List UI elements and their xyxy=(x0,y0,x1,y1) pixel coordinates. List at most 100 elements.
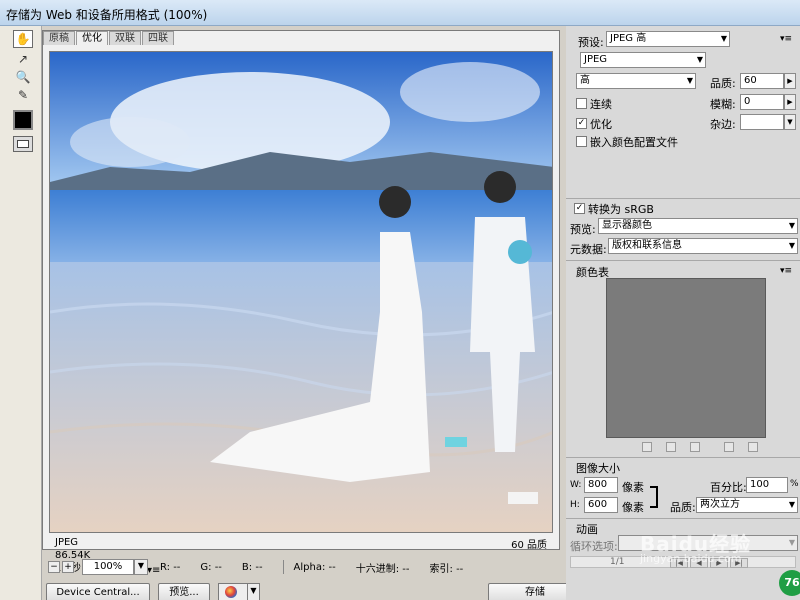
optimized-checkbox[interactable]: ✓ xyxy=(576,118,587,129)
blur-label: 模糊: xyxy=(710,98,736,111)
file-format-dropdown[interactable]: JPEG ▼ xyxy=(580,52,706,68)
tab-4-up[interactable]: 四联 xyxy=(142,31,174,45)
map-color-icon[interactable] xyxy=(642,442,652,452)
blur-field[interactable]: 0 xyxy=(740,94,784,110)
percent-label: 百分比: xyxy=(710,481,747,494)
frame-counter: 1/1 xyxy=(610,557,625,567)
baidu-watermark-url: jingyan.baidu.com xyxy=(640,552,742,565)
loop-options-label: 循环选项: xyxy=(570,540,618,553)
file-format-value: JPEG xyxy=(584,54,608,65)
color-table-menu-button[interactable]: ▾≡ xyxy=(780,266,792,276)
slice-select-icon[interactable]: ↗ xyxy=(13,50,33,68)
matte-label: 杂边: xyxy=(710,118,736,131)
convert-srgb-checkbox[interactable]: ✓ xyxy=(574,203,585,214)
image-quality-readout: 60 品质 xyxy=(511,540,547,551)
resample-quality-label: 品质: xyxy=(670,501,696,514)
status-bar: − + 100% ▼ R: -- G: -- B: -- Alpha: -- 十… xyxy=(42,556,560,578)
trash-icon[interactable] xyxy=(748,442,758,452)
matte-color-field[interactable] xyxy=(740,114,784,130)
alpha-readout: Alpha: -- xyxy=(293,561,336,573)
quality-label: 品质: xyxy=(710,77,736,90)
beach-couple-photo xyxy=(50,52,552,532)
divider xyxy=(566,198,800,199)
zoom-out-button[interactable]: − xyxy=(48,561,60,573)
chevron-down-icon[interactable]: ▼ xyxy=(247,584,259,600)
eyedropper-color-swatch[interactable] xyxy=(13,110,33,130)
image-format: JPEG xyxy=(55,537,79,548)
zoom-level-field[interactable]: 100% xyxy=(82,559,134,575)
chevron-down-icon: ▼ xyxy=(788,538,795,547)
preset-label: 预设: xyxy=(578,36,604,49)
height-field[interactable]: 600 xyxy=(584,497,618,513)
quality-field[interactable]: 60 xyxy=(740,73,784,89)
tab-optimized[interactable]: 优化 xyxy=(76,31,108,45)
preview-mode-dropdown[interactable]: 显示器颜色 ▼ xyxy=(598,218,798,234)
height-label: H: xyxy=(570,500,580,510)
preset-dropdown[interactable]: JPEG 高 ▼ xyxy=(606,31,730,47)
animation-title: 动画 xyxy=(576,523,598,536)
width-label: W: xyxy=(570,480,582,490)
web-snap-icon[interactable] xyxy=(666,442,676,452)
red-readout: R: -- xyxy=(160,561,181,573)
zoom-in-button[interactable]: + xyxy=(62,561,74,573)
metadata-value: 版权和联系信息 xyxy=(612,240,682,251)
preview-mode-value: 显示器颜色 xyxy=(602,220,652,231)
browser-icon xyxy=(225,586,237,598)
tab-2-up[interactable]: 双联 xyxy=(109,31,141,45)
progressive-checkbox[interactable] xyxy=(576,98,587,109)
resample-quality-dropdown[interactable]: 两次立方 ▼ xyxy=(696,497,798,513)
eyedropper-icon[interactable]: ✎ xyxy=(13,86,33,104)
progressive-label: 连续 xyxy=(590,98,612,111)
width-field[interactable]: 800 xyxy=(584,477,618,493)
window-title: 存储为 Web 和设备所用格式 (100%) xyxy=(6,8,208,22)
image-size-title: 图像大小 xyxy=(576,462,620,475)
panel-menu-button[interactable]: ▾≡ xyxy=(780,34,792,44)
height-unit: 像素 xyxy=(622,501,644,514)
width-unit: 像素 xyxy=(622,481,644,494)
preview-button[interactable]: 预览... xyxy=(158,583,210,600)
hex-readout: 十六进制: -- xyxy=(355,563,410,575)
zoom-icon[interactable]: 🔍 xyxy=(13,68,33,86)
view-tabs: 原稿 优化 双联 四联 xyxy=(43,31,175,45)
blur-slider-toggle[interactable]: ▶ xyxy=(784,94,796,110)
matte-dropdown[interactable]: ▼ xyxy=(784,114,796,130)
blue-readout: B: -- xyxy=(241,561,263,573)
chevron-down-icon: ▼ xyxy=(696,55,703,64)
hand-icon[interactable]: ✋ xyxy=(13,30,33,48)
quality-slider-toggle[interactable]: ▶ xyxy=(784,73,796,89)
zoom-dropdown[interactable]: ▼ xyxy=(134,559,148,575)
preset-value: JPEG 高 xyxy=(610,33,647,44)
chevron-down-icon: ▼ xyxy=(788,221,795,230)
metadata-dropdown[interactable]: 版权和联系信息 ▼ xyxy=(608,238,798,254)
chevron-down-icon: ▼ xyxy=(720,34,727,43)
preview-area: 原稿 优化 双联 四联 JPEG 86.54K 秒 ▾≡ 60 品质 xyxy=(42,30,560,576)
link-icon[interactable] xyxy=(650,486,658,508)
chevron-down-icon: ▼ xyxy=(788,241,795,250)
browser-preview-button[interactable]: ▼ xyxy=(218,583,260,600)
tab-original[interactable]: 原稿 xyxy=(43,31,75,45)
lock-color-icon[interactable] xyxy=(690,442,700,452)
quality-level-dropdown[interactable]: 高 ▼ xyxy=(576,73,696,89)
tool-strip: ✋ ↗ 🔍 ✎ xyxy=(0,26,42,600)
quality-level-value: 高 xyxy=(580,75,590,86)
optimized-image-preview[interactable] xyxy=(49,51,553,533)
color-table-tools xyxy=(642,442,758,452)
device-central-button[interactable]: Device Central... xyxy=(46,583,150,600)
metadata-label: 元数据: xyxy=(570,243,607,256)
divider xyxy=(566,518,800,519)
color-table-title: 颜色表 xyxy=(576,266,609,279)
percent-field[interactable]: 100 xyxy=(746,477,788,493)
color-table[interactable] xyxy=(606,278,766,438)
optimized-label: 优化 xyxy=(590,118,612,131)
index-readout: 索引: -- xyxy=(429,563,464,575)
divider xyxy=(282,560,284,574)
status-badge: 76 xyxy=(779,570,800,596)
toggle-slices-icon[interactable] xyxy=(13,136,33,152)
embed-profile-checkbox[interactable] xyxy=(576,136,587,147)
title-bar: 存储为 Web 和设备所用格式 (100%) xyxy=(0,0,800,26)
divider xyxy=(566,260,800,261)
divider xyxy=(566,457,800,458)
embed-profile-label: 嵌入颜色配置文件 xyxy=(590,136,678,149)
new-color-icon[interactable] xyxy=(724,442,734,452)
percent-unit: % xyxy=(790,479,799,489)
